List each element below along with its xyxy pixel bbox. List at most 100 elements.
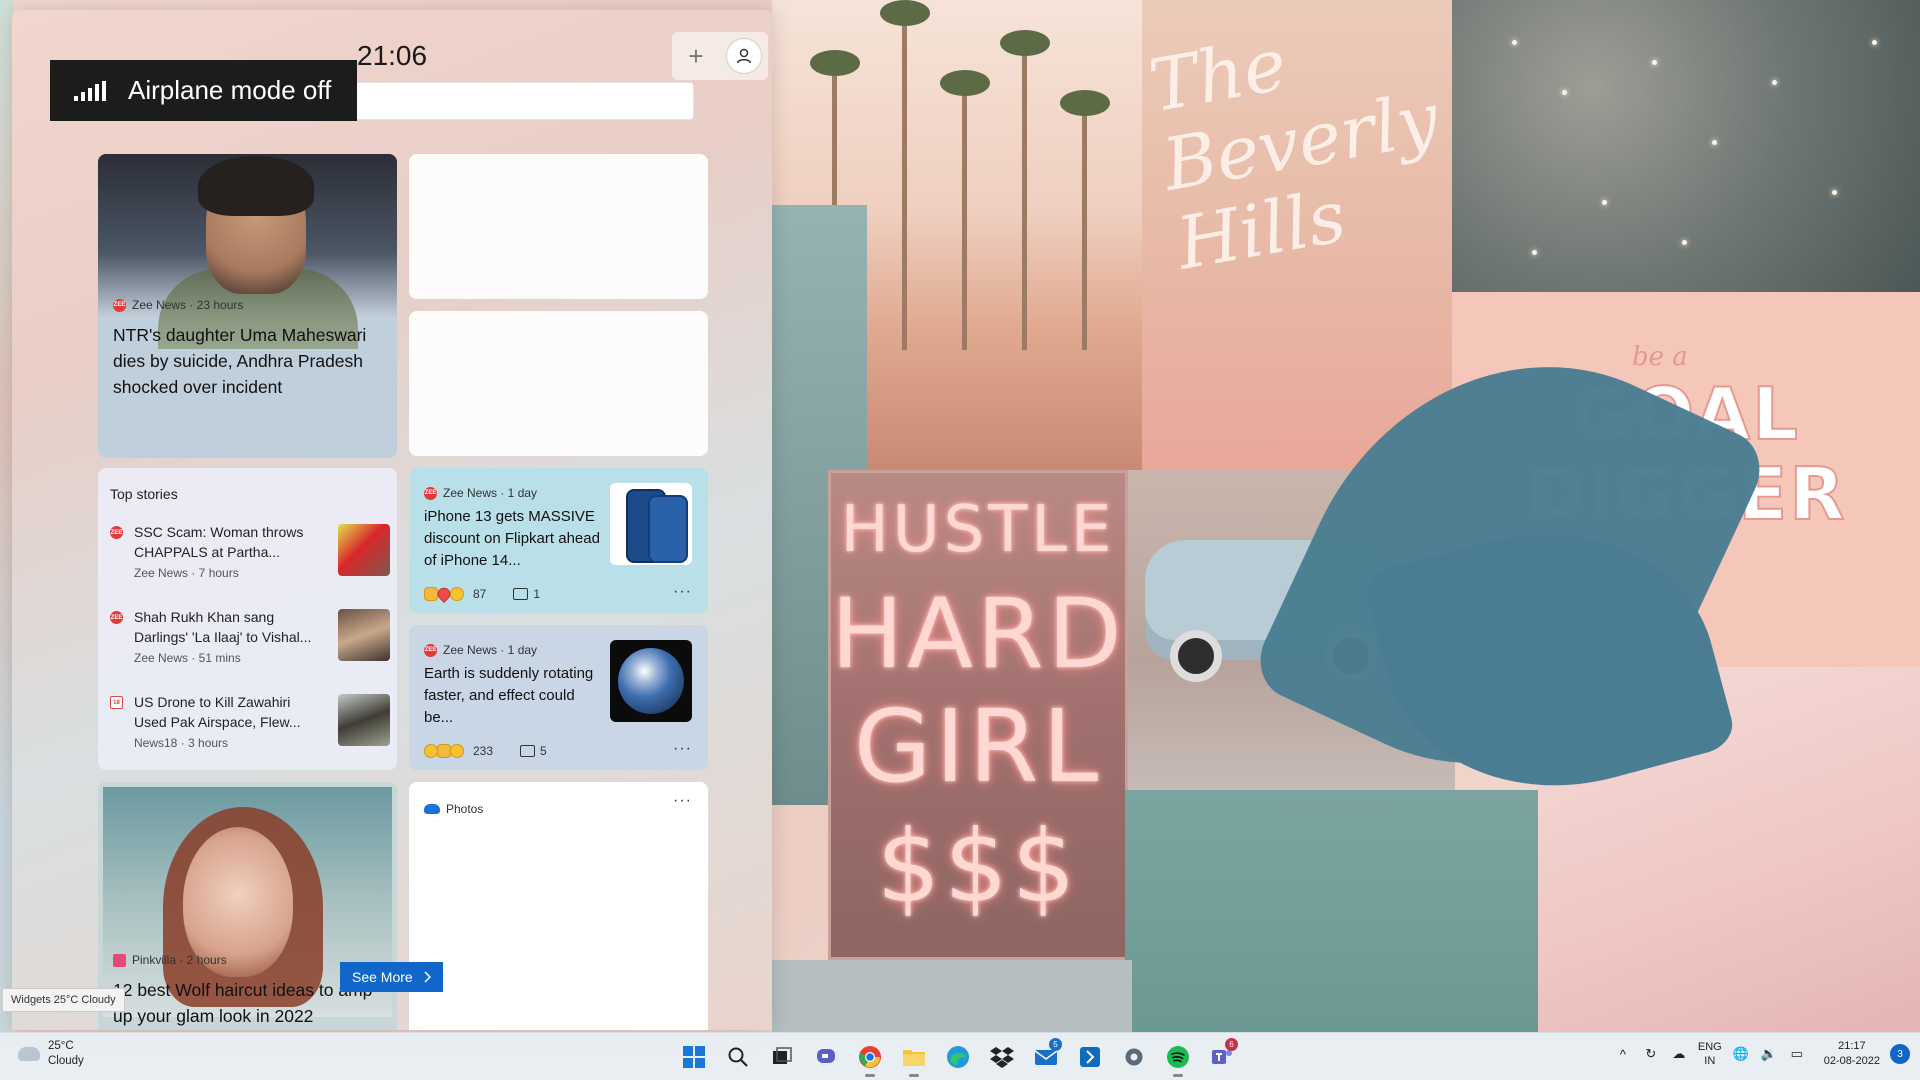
pinkvilla-logo-icon [113, 953, 126, 967]
taskbar-date: 02-08-2022 [1823, 1055, 1880, 1067]
earth-thumbnail [610, 640, 692, 722]
globe-network-icon[interactable]: 🌐 [1732, 1045, 1750, 1063]
more-options-icon[interactable]: ··· [673, 792, 692, 810]
reaction-count: 233 [473, 744, 494, 758]
photos-title: Photos [446, 802, 484, 816]
chrome-icon [859, 1046, 881, 1068]
news18-logo-icon: 18 [110, 696, 123, 709]
top-story-meta: Zee News · 7 hours [134, 566, 239, 580]
widgets-header-actions: + [672, 32, 768, 80]
see-more-label: See More [352, 969, 413, 985]
edge-icon [947, 1046, 969, 1068]
news-card-earth[interactable]: ZEE Zee News · 1 day Earth is suddenly r… [409, 625, 708, 770]
battery-icon[interactable]: ▭ [1788, 1045, 1806, 1063]
news-source: ZEE Zee News · 1 day [424, 643, 537, 657]
lang-region: IN [1704, 1055, 1716, 1067]
search-icon [728, 1047, 748, 1067]
start-button[interactable] [675, 1037, 713, 1077]
widgets-clock: 21:06 [357, 40, 428, 71]
spotify-button[interactable] [1159, 1037, 1197, 1077]
comment-count: 1 [533, 587, 541, 601]
heart-icon [435, 585, 453, 603]
news-card-ntr[interactable]: ZEE Zee News · 23 hours NTR's daughter U… [98, 154, 397, 458]
globe-icon [618, 648, 684, 714]
volume-icon[interactable]: 🔉 [1760, 1045, 1778, 1063]
mail-button[interactable]: 5 [1027, 1037, 1065, 1077]
neon-line: $$$ [876, 808, 1080, 925]
onedrive-cloud-icon [424, 804, 440, 814]
chevron-up-icon[interactable]: ^ [1614, 1045, 1632, 1063]
news-card-pinkvilla[interactable]: Pinkvilla · 2 hours 12 best Wolf haircut… [98, 782, 397, 1030]
see-more-button[interactable]: See More [340, 962, 443, 992]
top-story-meta: Zee News · 51 mins [134, 651, 241, 665]
top-story-thumbnail [338, 524, 390, 576]
comment-count: 5 [540, 744, 547, 758]
top-story-thumbnail [338, 694, 390, 746]
running-indicator [865, 1074, 875, 1077]
top-story-item[interactable]: ZEE Shah Rukh Khan sang Darlings' 'La Il… [110, 607, 390, 679]
reaction-row[interactable]: 87 1 [424, 585, 541, 603]
task-view-button[interactable] [763, 1037, 801, 1077]
search-button[interactable] [719, 1037, 757, 1077]
smile-emoji-icon [450, 587, 464, 601]
power-automate-button[interactable] [1071, 1037, 1109, 1077]
zee-news-logo-icon: ZEE [110, 611, 123, 624]
news-card-iphone[interactable]: ZEE Zee News · 1 day iPhone 13 gets MASS… [409, 468, 708, 613]
weather-desc: Cloudy [48, 1055, 84, 1067]
edge-button[interactable] [939, 1037, 977, 1077]
settings-button[interactable] [1115, 1037, 1153, 1077]
weather-text: 25°C Cloudy [48, 1039, 84, 1069]
chevron-right-icon [424, 971, 431, 983]
taskbar-time: 21:17 [1838, 1040, 1866, 1052]
running-indicator [909, 1074, 919, 1077]
top-story-item[interactable]: 18 US Drone to Kill Zawahiri Used Pak Ai… [110, 692, 390, 764]
cloud-icon [18, 1047, 40, 1061]
input-language-button[interactable]: ENG IN [1698, 1040, 1722, 1068]
widgets-tooltip: Widgets 25°C Cloudy [2, 988, 125, 1012]
news-headline[interactable]: NTR's daughter Uma Maheswari dies by sui… [113, 322, 388, 400]
chrome-button[interactable] [851, 1037, 889, 1077]
more-options-icon[interactable]: ··· [673, 583, 692, 601]
weather-temp: 25°C [48, 1040, 74, 1052]
file-explorer-icon [903, 1050, 925, 1066]
profile-button[interactable] [726, 38, 762, 74]
spotify-icon [1167, 1046, 1189, 1068]
top-stories-title: Top stories [110, 486, 178, 502]
sync-icon[interactable]: ↻ [1642, 1045, 1660, 1063]
lang-code: ENG [1697, 1041, 1722, 1053]
wallpaper-hotel: The Beverly Hills [1142, 0, 1457, 470]
dropbox-icon [990, 1047, 1014, 1068]
source-label: Zee News · 1 day [443, 486, 538, 500]
wallpaper-surfers [1125, 790, 1540, 1032]
neon-line: HARD [831, 578, 1126, 690]
more-options-icon[interactable]: ··· [673, 740, 692, 758]
top-story-title: SSC Scam: Woman throws CHAPPALS at Parth… [134, 524, 304, 560]
top-story-meta: News18 · 3 hours [134, 736, 229, 750]
comment-icon [520, 745, 536, 757]
add-widget-button[interactable]: + [678, 38, 714, 74]
top-story-item[interactable]: ZEE SSC Scam: Woman throws CHAPPALS at P… [110, 522, 390, 594]
system-tray: ^ ↻ ☁ ENG IN 🌐 🔉 ▭ 21:17 02-08-2022 3 [1614, 1039, 1910, 1069]
comment-icon [513, 588, 529, 600]
photos-widget[interactable]: Photos ··· [409, 782, 708, 1030]
file-explorer-button[interactable] [895, 1037, 933, 1077]
teams-button[interactable]: 6 [1203, 1037, 1241, 1077]
surprised-emoji-icon [424, 744, 438, 758]
widget-card-empty[interactable] [409, 154, 708, 299]
widget-card-empty[interactable] [409, 311, 708, 456]
reaction-row[interactable]: 233 5 [424, 744, 547, 758]
goal-small-text: be a [1632, 342, 1688, 372]
clock-button[interactable]: 21:17 02-08-2022 [1824, 1039, 1880, 1069]
notification-badge[interactable]: 3 [1890, 1044, 1910, 1064]
chat-icon [817, 1049, 835, 1063]
zee-news-logo-icon: ZEE [113, 298, 126, 312]
zee-news-logo-icon: ZEE [424, 643, 437, 657]
chat-button[interactable] [807, 1037, 845, 1077]
airplane-mode-toast: Airplane mode off [50, 60, 357, 121]
teams-badge: 6 [1225, 1038, 1238, 1051]
dropbox-button[interactable] [983, 1037, 1021, 1077]
iphone-thumbnail [610, 483, 692, 565]
weather-widget-button[interactable]: 25°C Cloudy [18, 1039, 84, 1069]
onedrive-icon[interactable]: ☁ [1670, 1045, 1688, 1063]
news-source: ZEE Zee News · 23 hours [113, 298, 243, 312]
